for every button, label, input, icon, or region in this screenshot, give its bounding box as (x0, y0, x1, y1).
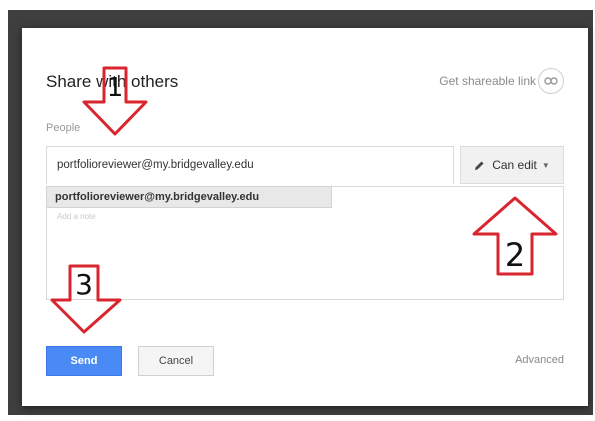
annotation-number-3: 3 (75, 268, 93, 301)
annotation-number-1: 1 (107, 73, 124, 103)
people-input-value: portfolioreviewer@my.bridgevalley.edu (57, 159, 254, 171)
chevron-down-icon: ▼ (541, 160, 550, 170)
send-button[interactable]: Send (46, 346, 122, 376)
annotation-arrow-3: 3 (50, 264, 122, 334)
advanced-link[interactable]: Advanced (515, 354, 564, 366)
link-icon[interactable] (538, 68, 564, 94)
pencil-icon (474, 160, 485, 171)
autocomplete-suggestion[interactable]: portfolioreviewer@my.bridgevalley.edu (46, 186, 332, 208)
annotation-arrow-1: 1 (82, 66, 148, 136)
get-shareable-link[interactable]: Get shareable link (439, 74, 536, 88)
permission-label: Can edit (492, 158, 537, 172)
cancel-button[interactable]: Cancel (138, 346, 214, 376)
annotation-arrow-2: 2 (472, 196, 558, 276)
annotation-number-2: 2 (505, 236, 525, 274)
permission-dropdown[interactable]: Can edit ▼ (460, 146, 564, 184)
people-input[interactable]: portfolioreviewer@my.bridgevalley.edu (46, 146, 454, 184)
note-placeholder: Add a note (57, 212, 96, 221)
